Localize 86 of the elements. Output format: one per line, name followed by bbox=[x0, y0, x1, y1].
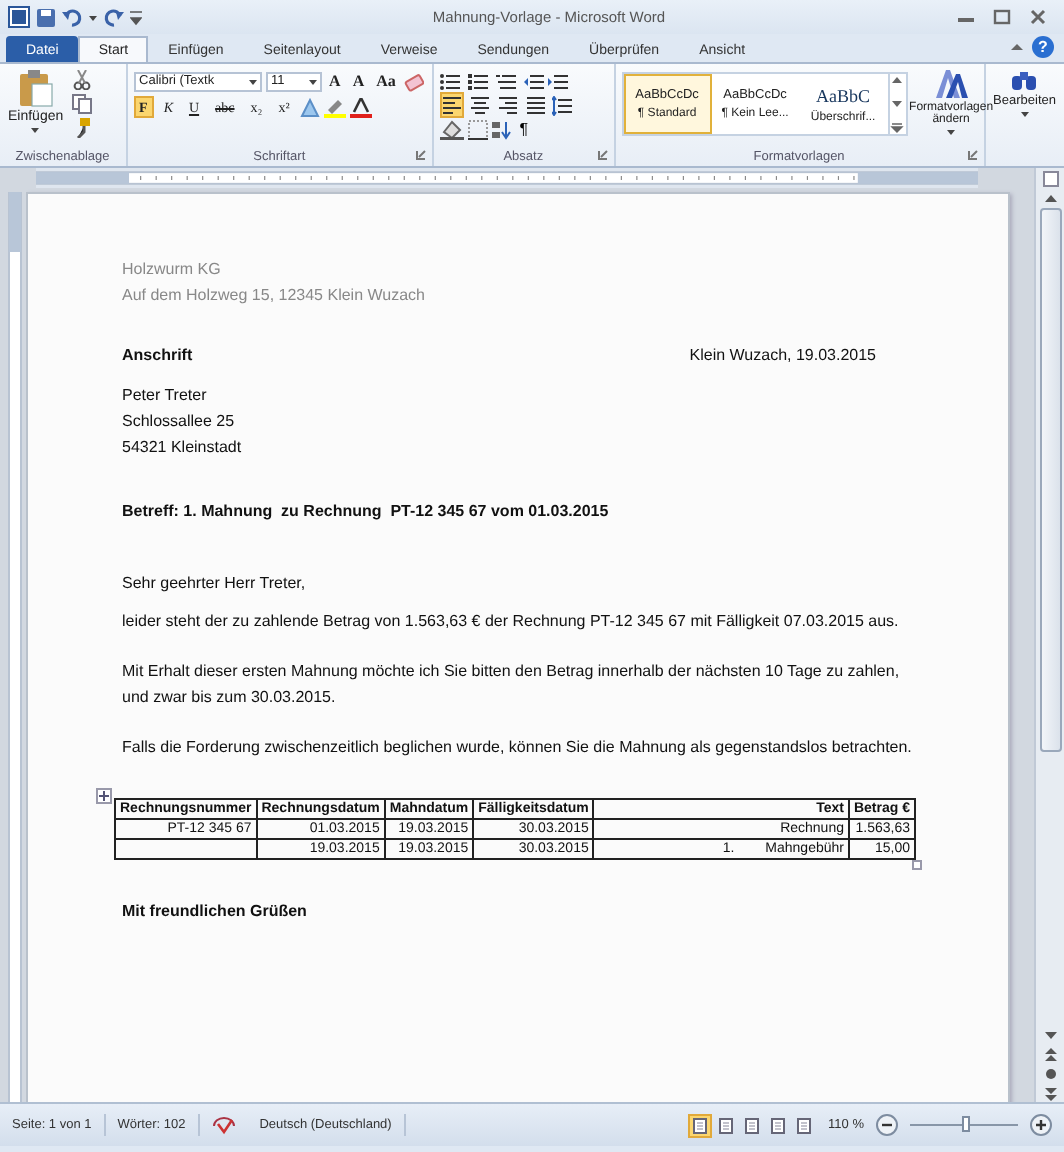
view-button[interactable] bbox=[766, 1113, 791, 1137]
collapse-ribbon-icon[interactable] bbox=[1010, 42, 1024, 52]
undo-icon[interactable] bbox=[62, 7, 82, 27]
maximize-icon[interactable] bbox=[992, 8, 1012, 26]
align-lines-icon bbox=[525, 94, 546, 116]
view-mode-icon bbox=[692, 1117, 709, 1133]
numbering-icon[interactable] bbox=[467, 71, 492, 91]
recipient-line: Schlossallee 25 bbox=[122, 410, 237, 434]
copy-icon[interactable] bbox=[71, 94, 92, 114]
close-icon[interactable] bbox=[1028, 8, 1048, 26]
sort-icon[interactable] bbox=[491, 119, 512, 139]
salutation: Sehr geehrter Herr Treter, bbox=[122, 572, 308, 596]
caret-icon[interactable] bbox=[1019, 110, 1030, 118]
view-button[interactable] bbox=[714, 1113, 739, 1137]
align-lines-icon bbox=[441, 94, 462, 116]
grow-font-button[interactable]: A bbox=[325, 70, 345, 92]
zoom-in-icon[interactable] bbox=[1030, 1114, 1052, 1136]
recipient-line: 54321 Kleinstadt bbox=[122, 436, 244, 460]
body-paragraph: Mit Erhalt dieser ersten Mahnung möchte ich Sie bitten den Betrag innerhalb der nächsten 10 Tage zu zahlen, und zwar bis zum 30.03.2015. bbox=[122, 660, 902, 710]
table-resize-handle-icon[interactable] bbox=[912, 860, 922, 870]
gallery-more-icon[interactable] bbox=[889, 122, 904, 134]
redo-icon[interactable] bbox=[104, 7, 124, 27]
previous-page-icon[interactable] bbox=[1041, 1046, 1059, 1062]
view-mode-icon bbox=[744, 1117, 761, 1133]
text-effects-icon[interactable] bbox=[299, 97, 320, 117]
recipient-line: Peter Treter bbox=[122, 384, 209, 408]
clear-formatting-icon[interactable] bbox=[403, 71, 424, 91]
body-paragraph: Falls die Forderung zwischenzeitlich beglichen wurde, können Sie die Mahnung als gegenstandslos betrachten. bbox=[122, 736, 912, 760]
cut-icon[interactable] bbox=[71, 70, 92, 90]
multilevel-list-icon[interactable] bbox=[495, 71, 520, 91]
ruler-toggle-icon[interactable] bbox=[1041, 170, 1059, 188]
word-logo-icon[interactable] bbox=[8, 6, 30, 28]
gallery-up-icon[interactable] bbox=[889, 74, 904, 86]
view-button[interactable] bbox=[740, 1113, 765, 1137]
caret-icon[interactable] bbox=[307, 77, 318, 85]
scroll-down-icon[interactable] bbox=[1041, 1030, 1059, 1042]
increase-indent-icon[interactable] bbox=[547, 71, 568, 91]
view-button[interactable] bbox=[792, 1113, 817, 1137]
binoculars-icon bbox=[1012, 68, 1037, 92]
table-move-handle-icon[interactable] bbox=[96, 788, 112, 804]
scrollbar[interactable] bbox=[1034, 168, 1064, 1102]
shrink-font-button[interactable]: A bbox=[348, 70, 369, 92]
align-lines-icon bbox=[469, 94, 490, 116]
zoom-out-icon[interactable] bbox=[876, 1114, 898, 1136]
caret-icon[interactable] bbox=[30, 126, 41, 134]
caret-icon[interactable] bbox=[247, 77, 258, 85]
customize-toolbar-icon[interactable] bbox=[130, 9, 142, 25]
zoom-slider[interactable] bbox=[962, 1116, 971, 1132]
view-mode-icon bbox=[770, 1117, 787, 1133]
save-icon[interactable] bbox=[36, 7, 56, 27]
show-formatting-marks-button[interactable]: ¶ bbox=[515, 120, 533, 138]
clipboard-icon bbox=[17, 68, 54, 108]
view-button[interactable] bbox=[688, 1113, 713, 1137]
subject-line: Betreff: 1. Mahnung zu Rechnung PT-12 345 67 vom 01.03.2015 bbox=[122, 500, 611, 524]
closing: Mit freundlichen Grüßen bbox=[122, 900, 309, 924]
shading-icon[interactable] bbox=[439, 119, 464, 139]
borders-icon[interactable] bbox=[467, 119, 488, 139]
sender-line: Holzwurm KG bbox=[122, 258, 223, 282]
body-paragraph: leider steht der zu zahlende Betrag von 1.563,63 € der Rechnung PT-12 345 67 mit Fälligkeit 07.03.2015 aus. bbox=[122, 610, 901, 634]
align-center-button[interactable] bbox=[467, 92, 492, 118]
dialog-launcher-icon[interactable] bbox=[597, 150, 608, 160]
decrease-indent-icon[interactable] bbox=[523, 71, 544, 91]
view-mode-icon bbox=[796, 1117, 813, 1133]
font-color-icon[interactable] bbox=[349, 97, 372, 117]
format-painter-icon[interactable] bbox=[71, 118, 92, 138]
place-date: Klein Wuzach, 19.03.2015 bbox=[689, 344, 876, 368]
align-lines-icon bbox=[497, 94, 518, 116]
bullets-icon[interactable] bbox=[439, 71, 464, 91]
gallery-down-icon[interactable] bbox=[889, 98, 904, 110]
sender-line: Auf dem Holzweg 15, 12345 Klein Wuzach bbox=[122, 284, 427, 308]
browse-object-icon[interactable] bbox=[1041, 1066, 1059, 1082]
help-button[interactable]: ? bbox=[1032, 36, 1054, 58]
caret-icon[interactable] bbox=[946, 128, 957, 136]
align-left-button[interactable] bbox=[439, 92, 464, 118]
align-right-button[interactable] bbox=[495, 92, 520, 118]
styles-icon bbox=[933, 68, 970, 100]
scroll-up-icon[interactable] bbox=[1041, 192, 1059, 204]
change-case-button[interactable]: Aa bbox=[372, 70, 400, 92]
line-spacing-icon[interactable] bbox=[551, 95, 574, 115]
justify-button[interactable] bbox=[523, 92, 548, 118]
dialog-launcher-icon[interactable] bbox=[415, 150, 426, 160]
caret-icon[interactable] bbox=[88, 13, 98, 21]
address-heading: Anschrift bbox=[122, 344, 193, 368]
proofing-icon[interactable] bbox=[211, 1115, 236, 1135]
dialog-launcher-icon[interactable] bbox=[967, 150, 978, 160]
view-mode-icon bbox=[718, 1117, 735, 1133]
